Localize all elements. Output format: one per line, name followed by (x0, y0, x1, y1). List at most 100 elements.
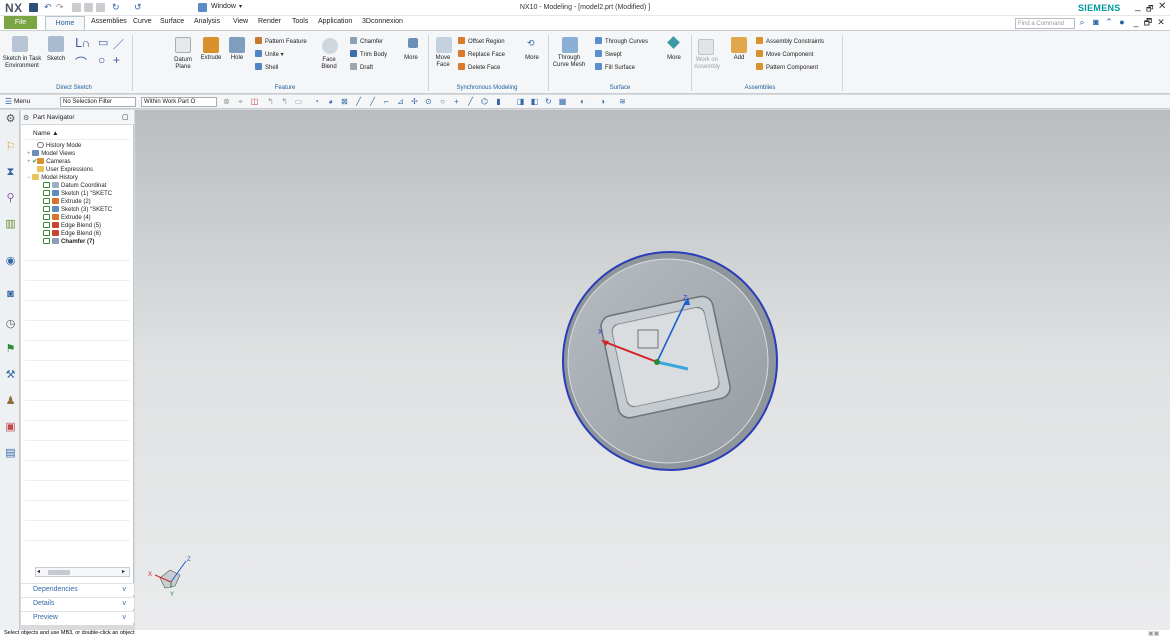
tab-application[interactable]: Application (318, 18, 352, 25)
scrollbar-thumb[interactable] (48, 570, 70, 575)
snap-icon[interactable]: ⌐ (382, 97, 391, 106)
restore-icon[interactable]: 🗗 (1146, 3, 1154, 17)
tree-item-model-views[interactable]: + Model Views (21, 150, 134, 158)
process-studio-icon[interactable]: ⚑ (4, 343, 17, 356)
more-sync-icon[interactable]: ⟲ (527, 38, 537, 48)
shell-button[interactable]: Shell (255, 63, 278, 71)
menu-button[interactable]: Menu (14, 98, 30, 105)
tab-surface[interactable]: Surface (160, 18, 184, 25)
tree-item-extrude-4[interactable]: Extrude (4) (21, 214, 134, 222)
sketch-button[interactable]: Sketch (44, 56, 68, 63)
panel-details[interactable]: Details v (21, 597, 134, 609)
move-face-icon[interactable] (436, 37, 452, 53)
scroll-left-icon[interactable]: ◂ (37, 568, 40, 577)
add-component-icon[interactable] (731, 37, 747, 53)
part-model[interactable] (562, 251, 778, 471)
settings-icon[interactable]: ⚙ (4, 113, 17, 126)
view-icon[interactable]: ◨ (516, 97, 525, 106)
sketch-in-task-icon[interactable] (12, 36, 28, 52)
panel-preview[interactable]: Preview v (21, 611, 134, 623)
restore-icon[interactable]: 🗗 (1143, 17, 1153, 27)
face-blend-icon[interactable] (322, 38, 338, 54)
horizontal-scrollbar[interactable]: ◂ ▸ (35, 567, 130, 577)
tab-assemblies[interactable]: Assemblies (91, 18, 127, 25)
tree-item-edge-blend-5[interactable]: Edge Blend (5) (21, 222, 134, 230)
selection-scope-dropdown[interactable]: Within Work Part O (141, 97, 217, 107)
panel-dependencies[interactable]: Dependencies v (21, 583, 134, 595)
offset-region-button[interactable]: Offset Region (458, 37, 505, 45)
move-component-button[interactable]: Move Component (756, 50, 813, 58)
part-navigator-icon[interactable]: ⚲ (4, 192, 17, 205)
snap-icon[interactable]: ⊠ (340, 97, 349, 106)
snap-icon[interactable]: ▭ (294, 97, 303, 106)
tab-view[interactable]: View (233, 18, 248, 25)
close-icon[interactable]: ✕ (1156, 17, 1166, 27)
trim-body-button[interactable]: Trim Body (350, 50, 387, 58)
tab-home[interactable]: Home (45, 16, 85, 30)
manufacturing-wizard-icon[interactable]: ⚒ (4, 369, 17, 382)
arc-icon[interactable]: ⌒ (75, 54, 87, 71)
reuse-library-icon[interactable]: ▥ (4, 218, 17, 231)
snap-icon[interactable]: ↰ (266, 97, 275, 106)
view-icon[interactable]: ↻ (544, 97, 553, 106)
tree-item-chamfer-7[interactable]: Chamfer (7) (21, 238, 134, 246)
constraint-navigator-icon[interactable]: ⧗ (4, 166, 17, 179)
assembly-navigator-icon[interactable]: ⚐ (4, 141, 17, 154)
pattern-component-button[interactable]: Pattern Component (756, 63, 818, 71)
sketch-in-task-button[interactable]: Sketch in Task Environment (2, 56, 42, 70)
delete-face-button[interactable]: Delete Face (458, 63, 500, 71)
replace-face-button[interactable]: Replace Face (458, 50, 505, 58)
tree-item-history-mode[interactable]: History Mode (21, 142, 134, 150)
datum-plane-icon[interactable] (175, 37, 191, 53)
snap-icon[interactable]: ╱ (354, 97, 363, 106)
file-tab[interactable]: File (4, 16, 37, 29)
history-palette-icon[interactable]: ◙ (4, 288, 17, 301)
web-browser-icon[interactable]: ◉ (4, 255, 17, 268)
tree-item-sketch-3[interactable]: Sketch (3) "SKETC (21, 206, 134, 214)
assembly-constraints-button[interactable]: Assembly Constraints (756, 37, 824, 45)
extrude-button[interactable]: Extrude (198, 55, 224, 62)
minimize-icon[interactable]: _ (1135, 1, 1141, 12)
tab-3dconnexion[interactable]: 3Dconnexion (362, 18, 403, 25)
snap-icon[interactable]: ⌬ (480, 97, 489, 106)
tree-item-model-history[interactable]: − Model History (21, 174, 134, 182)
view-icon[interactable]: ◑ (598, 97, 607, 106)
model-view[interactable]: X Z X Z Y (135, 110, 1170, 630)
pattern-feature-button[interactable]: Pattern Feature (255, 37, 307, 45)
snap-icon[interactable]: ⌖ (236, 97, 245, 106)
tree-item-datum-coordinate[interactable]: Datum Coordinat (21, 182, 134, 190)
tree-item-extrude-2[interactable]: Extrude (2) (21, 198, 134, 206)
more-feature-button[interactable]: More (398, 55, 424, 62)
gear-icon[interactable]: ⚙ (23, 114, 29, 122)
scroll-right-icon[interactable]: ▸ (122, 568, 125, 577)
snap-icon[interactable]: ╱ (466, 97, 475, 106)
sketch-icon[interactable] (48, 36, 64, 52)
filter-icon[interactable]: ◫ (250, 97, 259, 106)
more-surface-button[interactable]: More (661, 55, 687, 62)
hole-button[interactable]: Hole (226, 55, 248, 62)
menu-icon[interactable]: ☰ (4, 97, 13, 106)
snap-icon[interactable]: ↰ (280, 97, 289, 106)
column-header-name[interactable]: Name ▲ (33, 130, 59, 137)
tab-tools[interactable]: Tools (292, 18, 308, 25)
tree-item-cameras[interactable]: + ✔ Cameras (21, 158, 134, 166)
snap-icon[interactable]: ⊗ (222, 97, 231, 106)
command-search-input[interactable]: Find a Command (1015, 18, 1075, 29)
extrude-icon[interactable] (203, 37, 219, 53)
more-sync-button[interactable]: More (519, 55, 545, 62)
clock-icon[interactable]: ◷ (4, 318, 17, 331)
view-icon[interactable]: ≋ (618, 97, 627, 106)
snap-icon[interactable]: ✢ (410, 97, 419, 106)
snap-icon[interactable]: ◕ (326, 97, 335, 106)
snap-icon[interactable]: ◔ (312, 97, 321, 106)
datum-plane-button[interactable]: Datum Plane (166, 57, 200, 71)
move-face-button[interactable]: Move Face (430, 55, 456, 69)
maximize-panel-icon[interactable]: ▢ (122, 113, 129, 121)
tree-item-edge-blend-6[interactable]: Edge Blend (6) (21, 230, 134, 238)
through-curve-mesh-icon[interactable] (562, 37, 578, 53)
minimize-icon[interactable]: _ (1131, 17, 1141, 27)
more-feature-icon[interactable] (408, 38, 418, 48)
tree-item-user-expressions[interactable]: User Expressions (21, 166, 134, 174)
snap-icon[interactable]: ○ (438, 97, 447, 106)
help-icon[interactable]: ● (1117, 17, 1127, 27)
